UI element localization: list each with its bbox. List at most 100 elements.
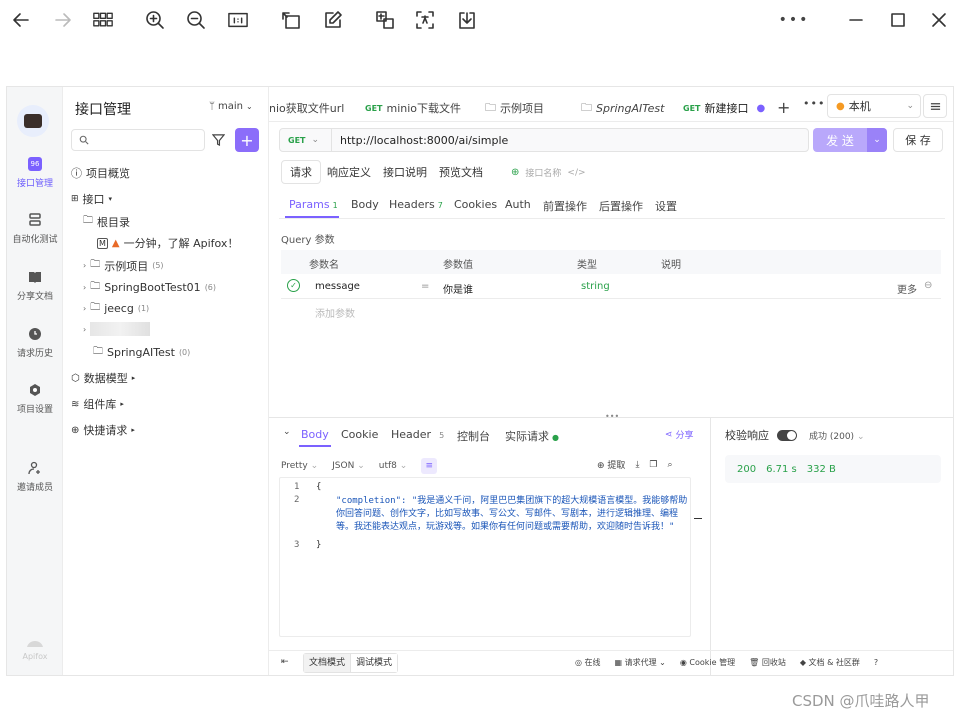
tree-search-input[interactable] (71, 129, 205, 151)
arrow-right-icon[interactable] (50, 8, 76, 32)
online-status[interactable]: ◎ 在线 (575, 657, 601, 668)
tabs-more-icon[interactable]: ••• (803, 97, 825, 110)
enabled-check-icon[interactable]: ✓ (287, 279, 300, 292)
tab-body[interactable]: Body (351, 198, 379, 211)
edit-icon[interactable] (320, 8, 346, 32)
tab-new-api[interactable]: GET 新建接口 ● (683, 95, 765, 121)
save-button[interactable]: 保 存 (893, 128, 943, 152)
new-tab-icon[interactable]: + (777, 98, 790, 117)
param-type[interactable]: string (581, 281, 610, 292)
tree-item-springaitest[interactable]: 🗀 SpringAITest (0) (93, 344, 190, 361)
tab-post-ops[interactable]: 后置操作 (599, 198, 643, 214)
resp-tab-body[interactable]: Body (301, 428, 329, 441)
wrap-lines-icon[interactable]: ≡ (421, 458, 438, 474)
fit-icon[interactable] (225, 8, 251, 32)
add-param-input[interactable]: 添加参数 (315, 305, 355, 320)
rail-item-project-settings[interactable]: 项目设置 (7, 377, 63, 421)
collapse-sidebar-icon[interactable]: ⇤ (281, 657, 289, 667)
resp-tab-cookie[interactable]: Cookie (341, 428, 378, 441)
resp-tab-actual-request[interactable]: 实际请求 ● (505, 428, 559, 444)
tree-item-api[interactable]: ⊞ 接口 ▾ (71, 191, 112, 207)
status-select[interactable]: 成功 (200) ⌄ (809, 429, 864, 442)
tab-pre-ops[interactable]: 前置操作 (543, 198, 587, 214)
maximize-icon[interactable] (885, 8, 911, 32)
copy-icon[interactable]: ❐ (649, 460, 657, 470)
doc-mode-button[interactable]: 文档模式 (304, 654, 351, 672)
tab-settings[interactable]: 设置 (655, 198, 677, 214)
drag-handle-icon[interactable]: ••• (605, 412, 619, 421)
community[interactable]: ◆ 文档 & 社区群 (800, 657, 860, 668)
request-proxy[interactable]: ▦ 请求代理 ⌄ (615, 657, 666, 668)
format-select[interactable]: Pretty ⌄ (281, 461, 318, 471)
resp-tab-console[interactable]: 控制台 (457, 428, 490, 444)
rail-item-share-docs[interactable]: 分享文档 (7, 264, 63, 308)
tree-item-example[interactable]: › 🗀 示例项目 (5) (83, 257, 164, 274)
tree-item-redacted[interactable]: › (83, 322, 151, 336)
more-icon[interactable]: ••• (779, 8, 808, 32)
method-select[interactable]: GET ⌄ (280, 129, 332, 151)
add-button[interactable]: + (235, 128, 259, 152)
lang-select[interactable]: JSON ⌄ (332, 461, 365, 471)
debug-mode-button[interactable]: 调试模式 (350, 654, 398, 672)
rail-item-automation[interactable]: 自动化测试 (7, 207, 63, 251)
tree-item-intro[interactable]: M ▲ 一分钟，了解 Apifox！ (97, 235, 238, 251)
tree-item-components[interactable]: ≋ 组件库 ▸ (71, 396, 124, 412)
arrow-left-icon[interactable] (8, 8, 34, 32)
send-button[interactable]: 发 送 ⌄ (813, 128, 887, 152)
grid-icon[interactable] (90, 8, 116, 32)
tab-headers[interactable]: Headers 7 (389, 198, 443, 211)
tab-params[interactable]: Params 1 (289, 198, 338, 211)
filter-icon[interactable] (211, 133, 226, 149)
param-name[interactable]: message (315, 281, 360, 292)
tab-springaitest[interactable]: 🗀 SpringAITest (581, 95, 664, 121)
tree-item-root[interactable]: 🗀 根目录 (83, 213, 130, 230)
resp-tab-header[interactable]: Header 5 (391, 428, 444, 441)
tab-auth[interactable]: Auth (505, 198, 531, 211)
zoom-in-icon[interactable] (142, 8, 168, 32)
tab-example-project[interactable]: 🗀 示例项目 (485, 95, 544, 121)
search-icon[interactable]: ⌕ (668, 460, 673, 470)
recycle-bin[interactable]: 🗑 回收站 (749, 657, 786, 668)
tab-response-def[interactable]: 响应定义 (321, 161, 377, 183)
response-code-view[interactable]: 1 { 2 "completion": "我是通义千问，阿里巴巴集团旗下的超大规… (279, 477, 702, 637)
extract-button[interactable]: ⊕ 提取 (597, 458, 625, 471)
help-icon[interactable]: ? (874, 658, 878, 667)
more-link[interactable]: 更多 (897, 281, 917, 296)
tab-preview-doc[interactable]: 预览文档 (433, 161, 489, 183)
chevron-down-icon[interactable]: ⌄ (867, 128, 887, 152)
tab-minio-get-url[interactable]: nio获取文件url (269, 95, 344, 121)
close-icon[interactable] (926, 8, 952, 32)
crop-icon[interactable] (372, 8, 398, 32)
zoom-out-icon[interactable] (183, 8, 209, 32)
tab-minio-download[interactable]: GET minio下载文件 (365, 95, 461, 121)
param-value[interactable]: 你是谁 (443, 281, 473, 296)
validate-toggle[interactable] (777, 429, 797, 441)
collapse-icon[interactable]: ⌄ (283, 427, 291, 437)
translate-icon[interactable] (412, 8, 438, 32)
branch-selector[interactable]: ᛘ main ⌄ (209, 101, 253, 112)
tab-cookies[interactable]: Cookies (454, 198, 497, 211)
cookie-manager[interactable]: ◉ Cookie 管理 (680, 657, 735, 668)
encoding-select[interactable]: utf8 ⌄ (379, 461, 408, 471)
remove-circle-icon[interactable]: ⊖ (924, 280, 932, 291)
tree-item-overview[interactable]: ⓘ 项目概览 (71, 165, 130, 181)
tree-item-springboottest01[interactable]: › 🗀 SpringBootTest01 (6) (83, 279, 216, 296)
api-name-field[interactable]: ⊕ 接口名称 </> (511, 166, 586, 179)
menu-icon[interactable] (923, 94, 947, 118)
rotate-icon[interactable] (278, 8, 304, 32)
download-icon[interactable]: ⤓ (635, 460, 639, 470)
tree-item-data-models[interactable]: ⬡ 数据模型 ▸ (71, 370, 135, 386)
share-button[interactable]: ⋖ 分享 (665, 428, 694, 442)
environment-select[interactable]: ● 本机 ⌄ (827, 94, 921, 118)
tab-api-desc[interactable]: 接口说明 (377, 161, 433, 183)
save-icon[interactable] (454, 8, 480, 32)
project-avatar[interactable] (17, 105, 49, 137)
rail-item-history[interactable]: 请求历史 (7, 321, 63, 365)
tree-item-quick-requests[interactable]: ⊕ 快捷请求 ▸ (71, 422, 135, 438)
rail-item-invite[interactable]: 邀请成员 (7, 455, 63, 499)
minimize-icon[interactable] (843, 8, 869, 32)
tree-item-jeecg[interactable]: › 🗀 jeecg (1) (83, 300, 149, 317)
tab-request[interactable]: 请求 (281, 160, 321, 184)
rail-item-api-management[interactable]: 96 接口管理 (7, 151, 63, 195)
url-input[interactable]: http://localhost:8000/ai/simple (332, 134, 508, 147)
